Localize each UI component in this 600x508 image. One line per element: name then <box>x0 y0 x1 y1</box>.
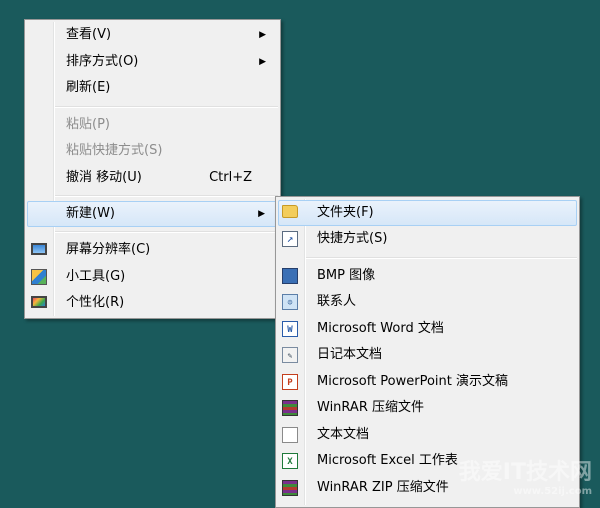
new-item-powerpoint-label: Microsoft PowerPoint 演示文稿 <box>317 373 509 389</box>
menu-item-new-label: 新建(W) <box>66 206 115 221</box>
menu-item-refresh-label: 刷新(E) <box>66 80 111 95</box>
menu-item-screen-resolution-label: 屏幕分辨率(C) <box>66 242 151 257</box>
menu-item-sort-by[interactable]: 排序方式(O) ▶ <box>25 49 280 76</box>
menu-item-sort-by-label: 排序方式(O) <box>66 53 139 69</box>
menu-item-gadgets-label: 小工具(G) <box>66 268 126 284</box>
new-item-winrar-archive-label: WinRAR 压缩文件 <box>317 400 424 415</box>
menu-separator <box>55 105 278 108</box>
menu-item-paste-shortcut: 粘贴快捷方式(S) <box>25 138 280 165</box>
new-item-shortcut-label: 快捷方式(S) <box>317 231 388 246</box>
menu-item-paste: 粘贴(P) <box>25 112 280 139</box>
winrar-zip-icon <box>282 479 298 496</box>
journal-document-icon: ✎ <box>282 347 298 363</box>
desktop-context-menu: 查看(V) ▶ 排序方式(O) ▶ 刷新(E) 粘贴(P) 粘贴快捷方式(S) … <box>24 19 281 319</box>
new-item-text-document-label: 文本文档 <box>317 426 370 442</box>
menu-item-paste-shortcut-label: 粘贴快捷方式(S) <box>66 143 163 158</box>
menu-item-gadgets[interactable]: 小工具(G) <box>25 264 280 291</box>
menu-item-view[interactable]: 查看(V) ▶ <box>25 22 280 49</box>
shortcut-icon: ↗ <box>282 231 298 247</box>
new-item-contact[interactable]: ☺ 联系人 <box>276 289 579 316</box>
menu-item-screen-resolution[interactable]: 屏幕分辨率(C) <box>25 237 280 264</box>
menu-item-personalize-label: 个性化(R) <box>66 295 125 310</box>
menu-item-undo-move[interactable]: 撤消 移动(U) Ctrl+Z <box>25 165 280 192</box>
word-document-icon: W <box>282 320 298 337</box>
submenu-arrow-icon: ▶ <box>259 30 266 40</box>
menu-item-paste-label: 粘贴(P) <box>66 116 110 132</box>
menu-separator <box>306 256 577 259</box>
menu-item-undo-move-label: 撤消 移动(U) <box>66 169 142 185</box>
new-item-excel[interactable]: X Microsoft Excel 工作表 <box>276 448 579 475</box>
new-item-winrar-zip-label: WinRAR ZIP 压缩文件 <box>317 479 449 495</box>
submenu-arrow-icon: ▶ <box>258 209 265 219</box>
new-item-excel-label: Microsoft Excel 工作表 <box>317 453 458 468</box>
powerpoint-icon: P <box>282 373 298 390</box>
new-submenu: 文件夹(F) ↗ 快捷方式(S) BMP 图像 ☺ 联系人 W Microsof… <box>275 196 580 508</box>
monitor-icon <box>31 243 47 255</box>
bmp-image-icon <box>282 267 298 284</box>
undo-shortcut-text: Ctrl+Z <box>209 169 252 185</box>
menu-item-refresh[interactable]: 刷新(E) <box>25 75 280 102</box>
new-item-journal-document[interactable]: ✎ 日记本文档 <box>276 342 579 369</box>
folder-icon <box>282 205 298 218</box>
personalize-icon <box>31 296 47 308</box>
new-item-folder[interactable]: 文件夹(F) <box>278 200 577 226</box>
new-item-contact-label: 联系人 <box>317 294 357 309</box>
excel-icon: X <box>282 453 298 469</box>
submenu-arrow-icon: ▶ <box>259 56 266 67</box>
new-item-bmp-image-label: BMP 图像 <box>317 267 376 283</box>
new-item-bmp-image[interactable]: BMP 图像 <box>276 263 579 290</box>
winrar-archive-icon <box>282 400 298 416</box>
menu-item-personalize[interactable]: 个性化(R) <box>25 290 280 317</box>
new-item-journal-document-label: 日记本文档 <box>317 347 383 362</box>
new-item-folder-label: 文件夹(F) <box>317 205 374 220</box>
new-item-winrar-archive[interactable]: WinRAR 压缩文件 <box>276 395 579 422</box>
menu-separator <box>55 231 278 233</box>
contact-icon: ☺ <box>282 294 298 310</box>
text-document-icon <box>282 426 298 443</box>
new-item-word-document-label: Microsoft Word 文档 <box>317 320 444 336</box>
new-item-shortcut[interactable]: ↗ 快捷方式(S) <box>276 226 579 253</box>
new-item-powerpoint[interactable]: P Microsoft PowerPoint 演示文稿 <box>276 369 579 396</box>
gadgets-icon <box>31 268 47 285</box>
new-item-word-document[interactable]: W Microsoft Word 文档 <box>276 316 579 343</box>
new-item-text-document[interactable]: 文本文档 <box>276 422 579 449</box>
menu-item-new[interactable]: 新建(W) ▶ <box>27 201 278 227</box>
new-item-winrar-zip[interactable]: WinRAR ZIP 压缩文件 <box>276 475 579 502</box>
menu-item-view-label: 查看(V) <box>66 27 112 42</box>
menu-separator <box>55 195 278 197</box>
